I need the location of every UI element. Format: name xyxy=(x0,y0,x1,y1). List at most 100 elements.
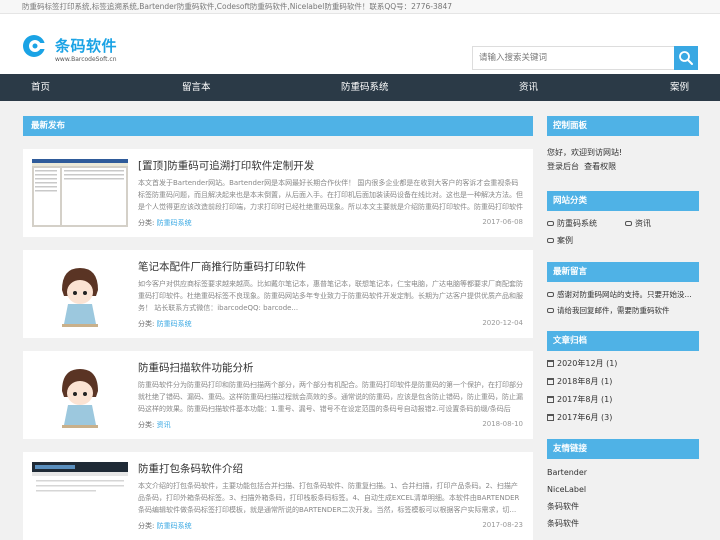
post-category-label: 分类: xyxy=(138,320,155,328)
software-screenshot-thumbnail xyxy=(32,462,128,530)
post-category-label: 分类: xyxy=(138,219,155,227)
message-text: 请给我回复邮件，需要防重码软件 xyxy=(557,306,670,315)
topbar-text: 防重码标签打印系统,标签追溯系统,Bartender防重码软件,Codesoft… xyxy=(22,2,453,11)
message-text: 感谢对防重码网站的支持。只要开始没... xyxy=(557,290,692,299)
main-nav: 首页 留言本 防重码系统 资讯 案例 xyxy=(0,74,720,101)
post-category[interactable]: 防重码系统 xyxy=(157,522,192,530)
category-label: 防重码系统 xyxy=(557,219,597,228)
post-meta: 分类: 资讯 xyxy=(138,420,171,430)
comment-icon xyxy=(547,238,554,243)
post-title[interactable]: 防重打包条码软件介绍 xyxy=(138,461,243,476)
login-link[interactable]: 登录后台 xyxy=(547,162,579,171)
comment-icon xyxy=(547,221,554,226)
calendar-icon xyxy=(547,396,554,403)
nav-news[interactable]: 资讯 xyxy=(519,74,538,101)
post-date: 2017-06-08 xyxy=(482,218,523,226)
topbar: 防重码标签打印系统,标签追溯系统,Bartender防重码软件,Codesoft… xyxy=(0,0,720,14)
post-category[interactable]: 防重码系统 xyxy=(157,320,192,328)
post-date: 2020-12-04 xyxy=(482,319,523,327)
post-title[interactable]: [置顶]防重码可追溯打印软件定制开发 xyxy=(138,158,314,173)
post-title[interactable]: 笔记本配件厂商推行防重码打印软件 xyxy=(138,259,306,274)
post-date: 2018-08-10 xyxy=(482,420,523,428)
comment-icon xyxy=(547,292,554,297)
post-item: 防重打包条码软件介绍 本文介绍的打包条码软件，主要功能包括合并扫描、打包条码软件… xyxy=(23,452,533,540)
category-item[interactable]: 案例 xyxy=(547,235,573,246)
calendar-icon xyxy=(547,414,554,421)
friend-link[interactable]: 条码软件 xyxy=(547,515,699,532)
search-input[interactable] xyxy=(472,46,674,70)
comment-icon xyxy=(547,308,554,313)
post-thumbnail[interactable] xyxy=(32,159,128,227)
messages-body: 感谢对防重码网站的支持。只要开始没... 请给我回复邮件，需要防重码软件 xyxy=(547,282,699,322)
post-category-label: 分类: xyxy=(138,421,155,429)
categories-body: 防重码系统 资讯 案例 xyxy=(547,211,699,253)
latest-heading: 最新发布 xyxy=(23,116,533,136)
friend-link[interactable]: 条码软件 xyxy=(547,498,699,515)
links-heading: 友情链接 xyxy=(547,439,699,459)
nav-cases[interactable]: 案例 xyxy=(670,74,689,101)
archive-item[interactable]: 2017年8月 (1) xyxy=(547,391,699,409)
nav-anti-duplicate-system[interactable]: 防重码系统 xyxy=(341,74,389,101)
archives-body: 2020年12月 (1) 2018年8月 (1) 2017年8月 (1) 201… xyxy=(547,351,699,430)
header: 条码软件 www.BarcodeSoft.cn xyxy=(0,14,720,74)
cartoon-boy-thumbnail xyxy=(32,260,128,328)
archive-item[interactable]: 2020年12月 (1) xyxy=(547,355,699,373)
search-button[interactable] xyxy=(674,46,698,70)
post-category-label: 分类: xyxy=(138,522,155,530)
main-content: 最新发布 [置顶]防重码可追溯打印软件定制开发 本文首发于Bartender网站… xyxy=(23,116,533,540)
nav-home[interactable]: 首页 xyxy=(31,74,50,101)
links-body: Bartender NiceLabel 条码软件 条码软件 xyxy=(547,459,699,532)
archive-label: 2020年12月 (1) xyxy=(557,359,618,368)
post-excerpt: 本文首发于Bartender网站。Bartender网是本网最好长期合作伙伴！ … xyxy=(138,179,523,211)
friend-link[interactable]: Bartender xyxy=(547,464,699,481)
logo-url: www.BarcodeSoft.cn xyxy=(55,56,117,63)
post-thumbnail[interactable] xyxy=(32,361,128,429)
message-item[interactable]: 请给我回复邮件，需要防重码软件 xyxy=(547,303,699,319)
calendar-icon xyxy=(547,378,554,385)
software-screenshot-thumbnail xyxy=(32,159,128,227)
post-meta: 分类: 防重码系统 xyxy=(138,218,192,228)
post-excerpt: 防重码软件分为防重码打印和防重码扫描两个部分，两个部分有机配合。防重码打印软件是… xyxy=(138,381,523,413)
sidebar: 控制面板 您好，欢迎到访网站! 登录后台 查看权限 网站分类 防重码系统 资讯 … xyxy=(547,116,699,532)
archives-heading: 文章归档 xyxy=(547,331,699,351)
post-thumbnail[interactable] xyxy=(32,260,128,328)
category-label: 案例 xyxy=(557,236,573,245)
post-excerpt: 如今客户对供应商标签要求越来越高。比如戴尔笔记本，惠普笔记本，联想笔记本，仁宝电… xyxy=(138,280,523,312)
category-item[interactable]: 防重码系统 xyxy=(547,218,597,229)
logo-icon xyxy=(23,35,46,57)
archive-item[interactable]: 2017年6月 (3) xyxy=(547,409,699,427)
category-label: 资讯 xyxy=(635,219,651,228)
archive-label: 2017年6月 (3) xyxy=(557,413,613,422)
control-panel-heading: 控制面板 xyxy=(547,116,699,136)
search-icon xyxy=(679,51,693,65)
post-category[interactable]: 防重码系统 xyxy=(157,219,192,227)
message-item[interactable]: 感谢对防重码网站的支持。只要开始没... xyxy=(547,287,699,303)
post-excerpt: 本文介绍的打包条码软件，主要功能包括合并扫描、打包条码软件、防重复扫描。1、合并… xyxy=(138,482,520,514)
calendar-icon xyxy=(547,360,554,367)
post-title[interactable]: 防重码扫描软件功能分析 xyxy=(138,360,254,375)
permission-link[interactable]: 查看权限 xyxy=(584,162,616,171)
search-box xyxy=(472,46,698,70)
category-item[interactable]: 资讯 xyxy=(625,218,651,229)
post-date: 2017-08-23 xyxy=(482,521,523,529)
post-thumbnail[interactable] xyxy=(32,462,128,530)
control-links: 登录后台 查看权限 xyxy=(547,160,699,174)
categories-heading: 网站分类 xyxy=(547,191,699,211)
nav-guestbook[interactable]: 留言本 xyxy=(182,74,211,101)
logo[interactable]: 条码软件 www.BarcodeSoft.cn xyxy=(22,34,122,72)
friend-link[interactable]: NiceLabel xyxy=(547,481,699,498)
archive-label: 2017年8月 (1) xyxy=(557,395,613,404)
post-meta: 分类: 防重码系统 xyxy=(138,521,192,531)
post-category[interactable]: 资讯 xyxy=(157,421,171,429)
welcome-text: 您好，欢迎到访网站! xyxy=(547,148,623,157)
post-meta: 分类: 防重码系统 xyxy=(138,319,192,329)
post-item: 笔记本配件厂商推行防重码打印软件 如今客户对供应商标签要求越来越高。比如戴尔笔记… xyxy=(23,250,533,338)
comment-icon xyxy=(625,221,632,226)
cartoon-boy-thumbnail xyxy=(32,361,128,429)
archive-label: 2018年8月 (1) xyxy=(557,377,613,386)
messages-heading: 最新留言 xyxy=(547,262,699,282)
archive-item[interactable]: 2018年8月 (1) xyxy=(547,373,699,391)
post-item: [置顶]防重码可追溯打印软件定制开发 本文首发于Bartender网站。Bart… xyxy=(23,149,533,237)
logo-name: 条码软件 xyxy=(55,37,118,55)
control-panel-body: 您好，欢迎到访网站! 登录后台 查看权限 xyxy=(547,136,699,182)
